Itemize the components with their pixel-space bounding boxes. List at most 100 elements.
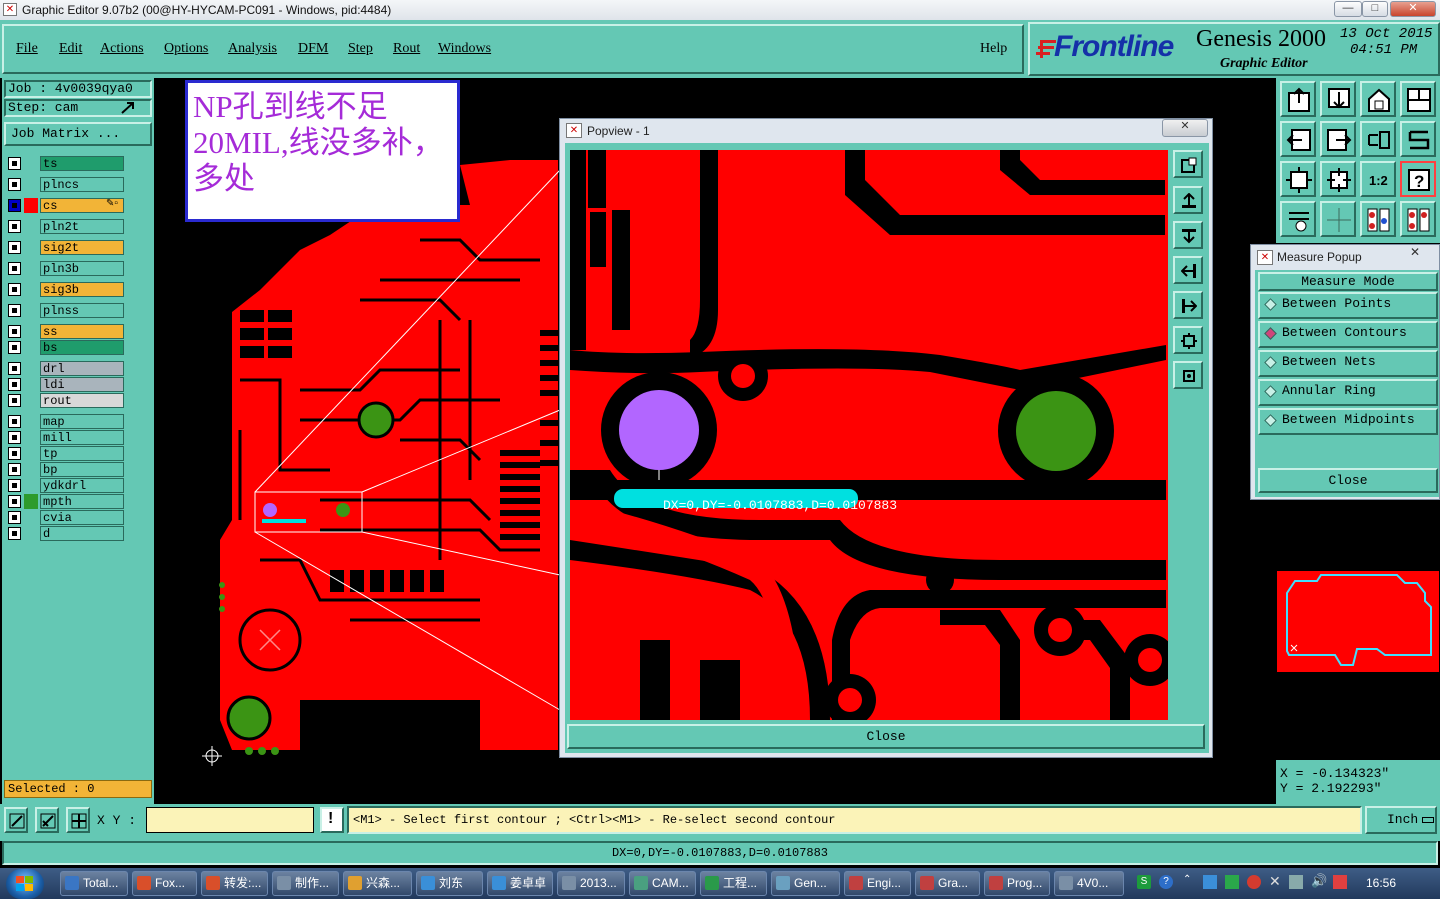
layer-affected-toggle[interactable] xyxy=(24,478,38,493)
tray-app2-icon[interactable] xyxy=(1225,875,1239,889)
tray-help-icon[interactable]: ? xyxy=(1159,875,1173,889)
menu-actions[interactable]: Actions xyxy=(100,41,144,57)
layer-checkbox[interactable] xyxy=(8,157,21,170)
layer-row-ss[interactable]: ss xyxy=(8,324,124,339)
pan-right-button[interactable] xyxy=(1320,121,1356,157)
taskbar-item[interactable]: Gra... xyxy=(915,871,980,896)
popview-right-button[interactable] xyxy=(1173,291,1203,319)
layer-checkbox[interactable] xyxy=(8,394,21,407)
layer-row-d[interactable]: d xyxy=(8,526,124,541)
taskbar-item[interactable]: Prog... xyxy=(984,871,1050,896)
layer-affected-toggle[interactable] xyxy=(24,261,38,276)
layer-row-cvia[interactable]: cvia xyxy=(8,510,124,525)
layer-row-drl[interactable]: drl xyxy=(8,361,124,376)
layer-colors-alt-button[interactable] xyxy=(1400,201,1436,237)
measure-option-annular-ring[interactable]: Annular Ring xyxy=(1258,379,1438,406)
xy-input[interactable] xyxy=(146,807,314,833)
layer-affected-toggle[interactable] xyxy=(24,324,38,339)
layer-checkbox[interactable] xyxy=(8,415,21,428)
layer-row-rout[interactable]: rout xyxy=(8,393,124,408)
taskbar-item[interactable]: 刘东 xyxy=(416,871,483,896)
layer-checkbox[interactable] xyxy=(8,199,21,212)
tray-s-icon[interactable]: S xyxy=(1137,875,1151,889)
minimize-button[interactable]: — xyxy=(1334,1,1362,17)
measure-option-between-nets[interactable]: Between Nets xyxy=(1258,350,1438,377)
taskbar-item[interactable]: 2013... xyxy=(557,871,625,896)
menu-rout[interactable]: Rout xyxy=(393,41,420,57)
snap-line-button[interactable] xyxy=(35,807,59,833)
taskbar-item[interactable]: Total... xyxy=(60,871,128,896)
script-button[interactable] xyxy=(1400,121,1436,157)
grid-button[interactable] xyxy=(1320,201,1356,237)
scale-1-2-button[interactable]: 1:2 xyxy=(1360,161,1396,197)
popview-canvas[interactable]: DX=0,DY=-0.0107883,D=0.0107883 xyxy=(570,150,1168,720)
maximize-button[interactable]: □ xyxy=(1362,1,1388,17)
layer-row-sig2t[interactable]: sig2t xyxy=(8,240,124,255)
layer-row-mill[interactable]: mill xyxy=(8,430,124,445)
start-button[interactable] xyxy=(6,869,44,899)
close-window-button[interactable]: ✕ xyxy=(1390,1,1436,17)
layer-affected-toggle[interactable] xyxy=(24,414,38,429)
taskbar-item[interactable]: 转发:... xyxy=(201,871,268,896)
alert-button[interactable]: ! xyxy=(320,807,344,833)
popview-zoom-in-button[interactable] xyxy=(1173,150,1203,178)
menu-help[interactable]: Help xyxy=(980,41,1007,57)
menu-windows[interactable]: Windows xyxy=(438,41,491,57)
layer-affected-toggle[interactable] xyxy=(24,198,38,213)
layer-row-cs[interactable]: cs ✎▫ xyxy=(8,198,124,213)
step-arrow-icon[interactable] xyxy=(120,101,136,115)
grid-snap-button[interactable] xyxy=(66,807,90,833)
minimap[interactable] xyxy=(1277,571,1439,672)
layer-row-ldi[interactable]: ldi xyxy=(8,377,124,392)
popview-close-button[interactable]: Close xyxy=(567,724,1205,749)
taskbar-item[interactable]: 4V0... xyxy=(1054,871,1124,896)
layer-row-map[interactable]: map xyxy=(8,414,124,429)
layer-row-tp[interactable]: tp xyxy=(8,446,124,461)
layer-row-bp[interactable]: bp xyxy=(8,462,124,477)
layer-affected-toggle[interactable] xyxy=(24,462,38,477)
taskbar-item[interactable]: 兴森... xyxy=(343,871,412,896)
layer-row-plnss[interactable]: plnss xyxy=(8,303,124,318)
layer-checkbox[interactable] xyxy=(8,262,21,275)
layer-checkbox[interactable] xyxy=(8,431,21,444)
layer-checkbox[interactable] xyxy=(8,362,21,375)
layer-checkbox[interactable] xyxy=(8,447,21,460)
popview-close-x-button[interactable]: ✕ xyxy=(1162,119,1208,137)
layer-row-pln2t[interactable]: pln2t xyxy=(8,219,124,234)
layer-checkbox[interactable] xyxy=(8,495,21,508)
layer-checkbox[interactable] xyxy=(8,220,21,233)
layer-affected-toggle[interactable] xyxy=(24,240,38,255)
layer-affected-toggle[interactable] xyxy=(24,494,38,509)
taskbar-item[interactable]: Engi... xyxy=(844,871,911,896)
measure-option-between-contours[interactable]: Between Contours xyxy=(1258,321,1438,348)
layer-affected-toggle[interactable] xyxy=(24,510,38,525)
zoom-center-button[interactable] xyxy=(1320,161,1356,197)
layer-row-ts[interactable]: ts xyxy=(8,156,124,171)
layer-affected-toggle[interactable] xyxy=(24,156,38,171)
popview-fit-button[interactable] xyxy=(1173,326,1203,354)
tray-volume-icon[interactable]: 🔊 xyxy=(1311,873,1327,889)
layer-row-pln3b[interactable]: pln3b xyxy=(8,261,124,276)
layer-checkbox[interactable] xyxy=(8,341,21,354)
measure-close-x-button[interactable]: ✕ xyxy=(1410,245,1420,259)
layer-checkbox[interactable] xyxy=(8,527,21,540)
layer-row-ydkdrl[interactable]: ydkdrl xyxy=(8,478,124,493)
pan-left-button[interactable] xyxy=(1280,121,1316,157)
units-selector[interactable]: Inch xyxy=(1365,806,1437,834)
tray-app-icon[interactable] xyxy=(1203,875,1217,889)
layer-affected-toggle[interactable] xyxy=(24,219,38,234)
layer-affected-toggle[interactable] xyxy=(24,303,38,318)
layer-affected-toggle[interactable] xyxy=(24,393,38,408)
taskbar-item[interactable]: CAM... xyxy=(629,871,696,896)
menu-analysis[interactable]: Analysis xyxy=(228,41,277,57)
help-button[interactable]: ? xyxy=(1400,161,1436,197)
layer-affected-toggle[interactable] xyxy=(24,340,38,355)
tray-app3-icon[interactable] xyxy=(1247,875,1261,889)
swap-button[interactable] xyxy=(1360,121,1396,157)
menu-dfm[interactable]: DFM xyxy=(298,41,328,57)
line-tool-button[interactable] xyxy=(4,807,28,833)
layer-checkbox[interactable] xyxy=(8,283,21,296)
layer-affected-toggle[interactable] xyxy=(24,177,38,192)
layer-affected-toggle[interactable] xyxy=(24,526,38,541)
tray-flag-icon[interactable] xyxy=(1333,875,1347,889)
